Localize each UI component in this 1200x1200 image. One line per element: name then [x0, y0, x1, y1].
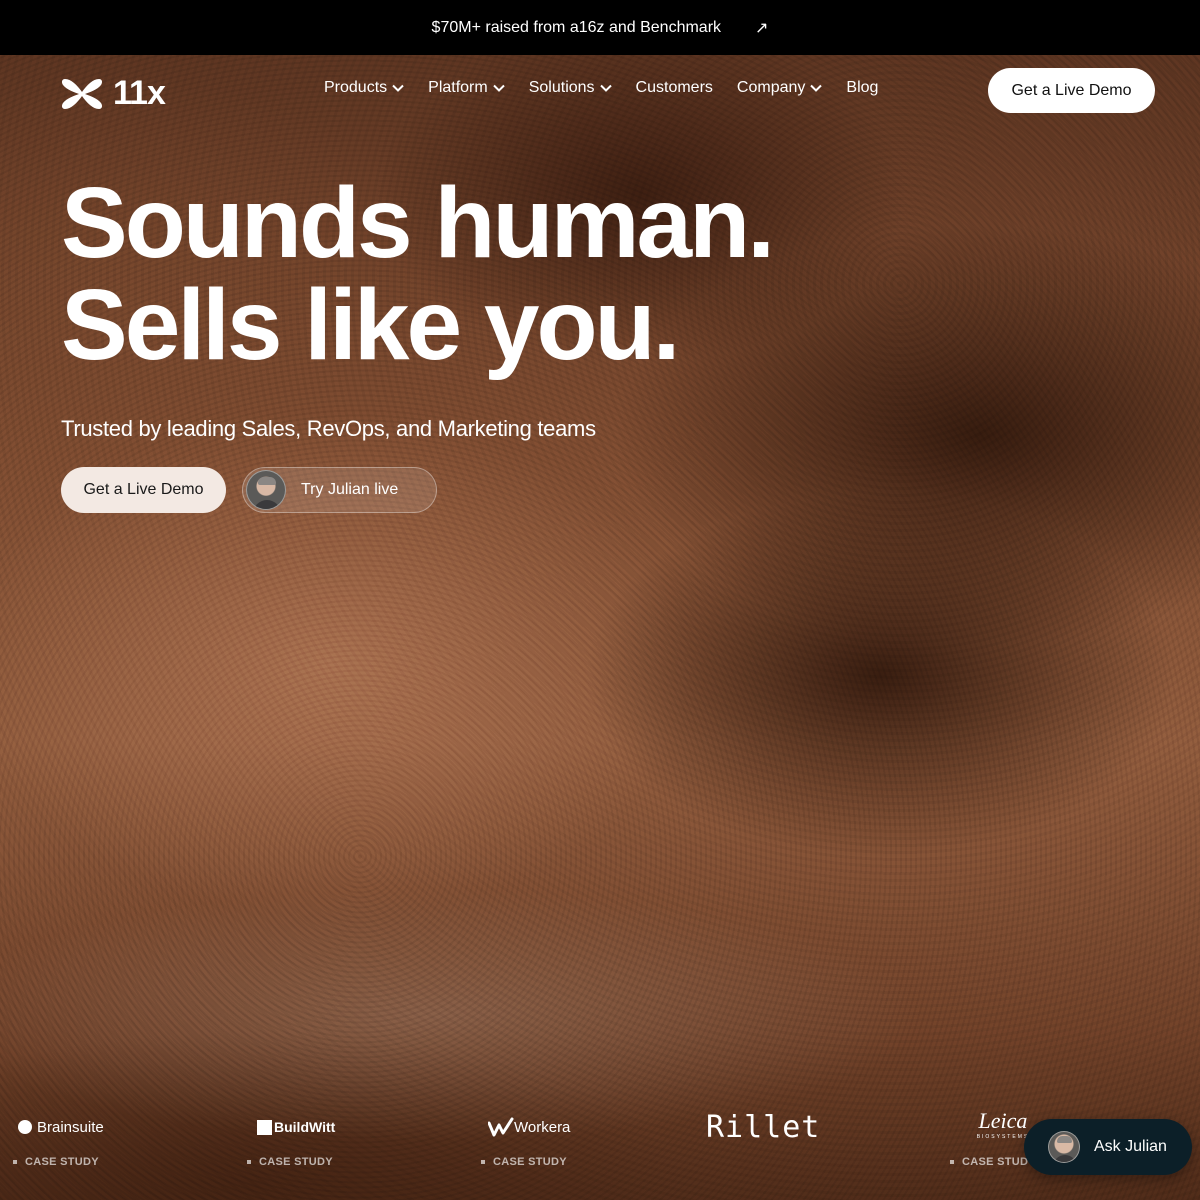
case-study-label: CASE STUDY: [962, 1156, 1036, 1168]
customer-rillet[interactable]: Rillet: [706, 1108, 820, 1146]
bullet-icon: [950, 1160, 954, 1164]
customer-logo-strip: Brainsuite CASE STUDY BuildWitt CASE STU…: [0, 1108, 1200, 1178]
nav-label: Customers: [635, 79, 713, 96]
chevron-down-icon: [599, 84, 612, 92]
buildwitt-logo: BuildWitt: [257, 1108, 335, 1146]
site-header: 11x Products Platform Solutions Customer…: [0, 55, 1200, 127]
logo-link[interactable]: 11x: [61, 74, 166, 113]
bullet-icon: [247, 1160, 251, 1164]
case-study-tag: CASE STUDY: [247, 1156, 335, 1168]
julian-avatar: [246, 470, 286, 510]
nav-label: Blog: [846, 79, 879, 96]
customer-name: BuildWitt: [274, 1119, 336, 1135]
chevron-down-icon: [392, 84, 404, 92]
nav-item-company[interactable]: Company: [736, 79, 823, 97]
nav-label: Products: [324, 79, 388, 96]
case-study-tag: CASE STUDY: [13, 1156, 104, 1168]
main-nav: Products Platform Solutions Customers Co…: [324, 79, 902, 97]
chevron-down-icon: [493, 84, 505, 92]
buildwitt-mark-icon: [257, 1119, 272, 1135]
case-study-label: CASE STUDY: [259, 1156, 333, 1168]
announcement-text: $70M+ raised from a16z and Benchmark: [431, 18, 722, 36]
announcement-link[interactable]: $70M+ raised from a16z and Benchmark ↗: [432, 18, 769, 38]
ask-julian-widget[interactable]: Ask Julian: [1024, 1119, 1192, 1175]
customer-name: Leica: [978, 1108, 1028, 1133]
nav-label: Solutions: [528, 79, 595, 96]
nav-item-customers[interactable]: Customers: [636, 79, 713, 97]
nav-item-solutions[interactable]: Solutions: [529, 79, 612, 97]
case-study-tag: CASE STUDY: [950, 1156, 1036, 1168]
hero-subhead: Trusted by leading Sales, RevOps, and Ma…: [61, 416, 596, 441]
customer-subname: BIOSYSTEMS: [976, 1134, 1030, 1140]
announcement-bar: $70M+ raised from a16z and Benchmark ↗: [0, 0, 1200, 55]
rillet-logo: Rillet: [706, 1109, 821, 1145]
chevron-down-icon: [810, 84, 823, 92]
nav-item-products[interactable]: Products: [324, 79, 404, 97]
try-julian-label: Try Julian live: [301, 481, 399, 498]
ask-julian-label: Ask Julian: [1094, 1138, 1167, 1155]
nav-label: Platform: [428, 79, 488, 96]
headline-line-1: Sounds human.: [61, 167, 775, 279]
hero-section: Sounds human. Sells like you. Trusted by…: [61, 167, 775, 513]
hero-get-demo-button[interactable]: Get a Live Demo: [61, 467, 226, 513]
brainsuite-logo: Brainsuite: [18, 1108, 104, 1146]
julian-avatar: [1048, 1131, 1080, 1163]
customer-brainsuite[interactable]: Brainsuite CASE STUDY: [13, 1108, 104, 1168]
workera-logo: Workera: [488, 1108, 570, 1146]
hero-headline: Sounds human. Sells like you.: [61, 167, 775, 381]
case-study-label: CASE STUDY: [493, 1156, 567, 1168]
11x-logo-icon: [61, 78, 103, 109]
try-julian-button[interactable]: Try Julian live: [242, 467, 437, 513]
nav-item-blog[interactable]: Blog: [846, 79, 878, 97]
header-get-demo-button[interactable]: Get a Live Demo: [988, 68, 1155, 113]
arrow-up-right-icon: ↗: [755, 19, 769, 37]
customer-name: Brainsuite: [37, 1118, 104, 1136]
logo-text: 11x: [113, 74, 166, 112]
hero-cta-row: Get a Live Demo Try Julian live: [61, 467, 772, 513]
case-study-tag: CASE STUDY: [481, 1156, 570, 1168]
bullet-icon: [13, 1160, 17, 1164]
case-study-label: CASE STUDY: [25, 1156, 99, 1168]
customer-workera[interactable]: Workera CASE STUDY: [481, 1108, 570, 1168]
customer-buildwitt[interactable]: BuildWitt CASE STUDY: [247, 1108, 335, 1168]
nav-label: Company: [736, 79, 806, 96]
headline-line-2: Sells like you.: [61, 269, 680, 381]
customer-name: Workera: [514, 1118, 571, 1136]
brainsuite-mark-icon: [18, 1120, 32, 1134]
workera-mark-icon: [488, 1117, 514, 1137]
nav-item-platform[interactable]: Platform: [428, 79, 505, 97]
bullet-icon: [481, 1160, 485, 1164]
